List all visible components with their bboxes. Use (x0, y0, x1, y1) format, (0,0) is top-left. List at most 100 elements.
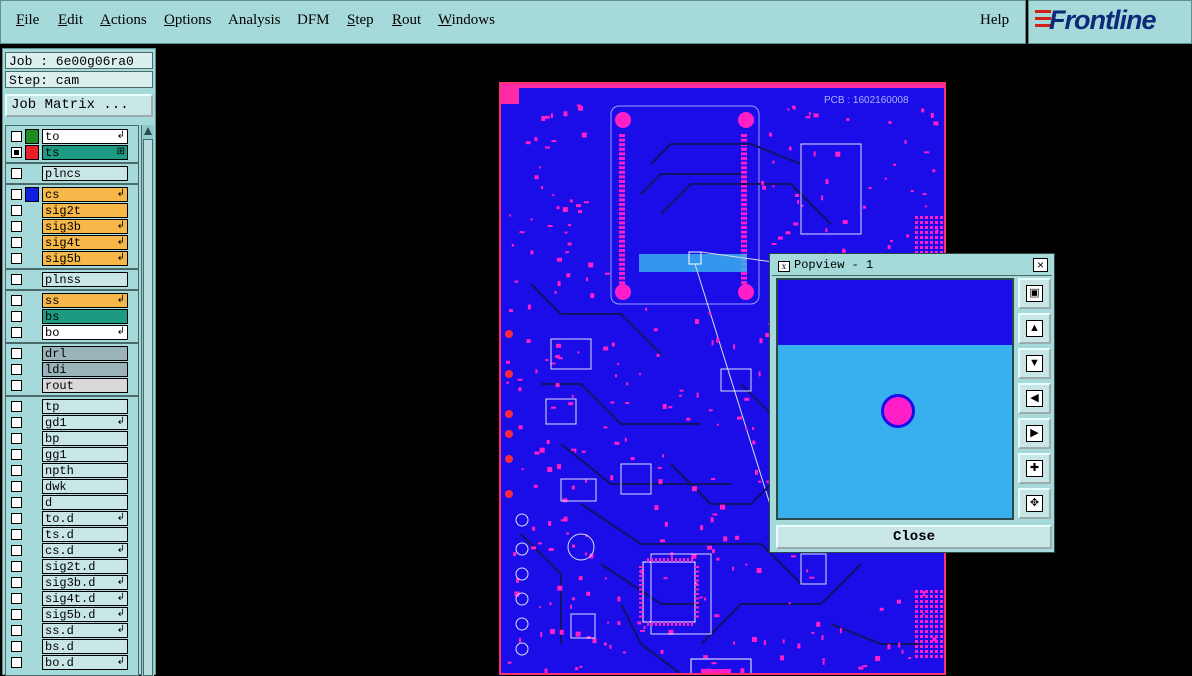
layer-checkbox[interactable] (11, 657, 22, 668)
layer-row[interactable]: gg1 (6, 447, 138, 463)
layer-name[interactable]: ts.d (42, 527, 128, 542)
layer-checkbox[interactable] (11, 168, 22, 179)
layer-checkbox[interactable] (11, 529, 22, 540)
menu-help[interactable]: Help (980, 12, 1009, 29)
layer-color-swatch[interactable] (25, 362, 39, 377)
layer-row[interactable]: to ↲ (6, 129, 138, 145)
layer-name[interactable]: ss.d ↲ (42, 623, 128, 638)
menu-windows[interactable]: Windows (438, 12, 495, 29)
layer-name[interactable]: d (42, 495, 128, 510)
layer-row[interactable]: tp (6, 399, 138, 415)
layer-color-swatch[interactable] (25, 591, 39, 606)
close-button[interactable]: Close (776, 525, 1052, 549)
menu-actions[interactable]: Actions (100, 12, 147, 29)
layer-color-swatch[interactable] (25, 251, 39, 266)
layer-checkbox[interactable] (11, 609, 22, 620)
layer-row[interactable]: sig4t.d ↲ (6, 591, 138, 607)
layer-color-swatch[interactable] (25, 145, 39, 160)
layer-row[interactable]: bs.d (6, 639, 138, 655)
layer-color-swatch[interactable] (25, 309, 39, 324)
layer-checkbox[interactable] (11, 625, 22, 636)
layer-color-swatch[interactable] (25, 575, 39, 590)
layer-name[interactable]: ts ⊞ (42, 145, 128, 160)
menu-step[interactable]: Step (347, 12, 374, 29)
layer-list-scrollbar[interactable] (141, 125, 154, 676)
zoom-in-button[interactable]: ✚ (1018, 453, 1051, 484)
layer-name[interactable]: sig5b.d ↲ (42, 607, 128, 622)
layer-checkbox[interactable] (11, 364, 22, 375)
layer-color-swatch[interactable] (25, 511, 39, 526)
layer-checkbox[interactable] (11, 295, 22, 306)
layer-checkbox[interactable] (11, 327, 22, 338)
layer-name[interactable]: sig2t.d (42, 559, 128, 574)
layer-color-swatch[interactable] (25, 431, 39, 446)
layer-color-swatch[interactable] (25, 129, 39, 144)
layer-name[interactable]: gg1 (42, 447, 128, 462)
layer-row[interactable]: sig5b.d ↲ (6, 607, 138, 623)
layer-checkbox[interactable] (11, 593, 22, 604)
layer-row[interactable]: bs (6, 309, 138, 325)
window-menu-icon[interactable]: x (778, 261, 790, 272)
pan-left-button[interactable]: ◀ (1018, 383, 1051, 414)
layer-row[interactable]: sig2t (6, 203, 138, 219)
layer-checkbox[interactable] (11, 433, 22, 444)
layer-checkbox[interactable] (11, 131, 22, 142)
layer-name[interactable]: sig5b ↲ (42, 251, 128, 266)
layer-row[interactable]: drl (6, 346, 138, 362)
layer-color-swatch[interactable] (25, 527, 39, 542)
layer-color-swatch[interactable] (25, 293, 39, 308)
layer-color-swatch[interactable] (25, 543, 39, 558)
layer-row[interactable]: sig4t ↲ (6, 235, 138, 251)
layer-name[interactable]: to ↲ (42, 129, 128, 144)
layer-row[interactable]: bo ↲ (6, 325, 138, 341)
layer-checkbox[interactable] (11, 189, 22, 200)
layer-name[interactable]: rout (42, 378, 128, 393)
menu-file[interactable]: File (16, 12, 39, 29)
layer-color-swatch[interactable] (25, 495, 39, 510)
layer-checkbox[interactable] (11, 545, 22, 556)
menu-edit[interactable]: Edit (58, 12, 83, 29)
layer-row[interactable]: bo.d ↲ (6, 655, 138, 671)
layer-checkbox[interactable] (11, 417, 22, 428)
layer-row[interactable]: cs.d ↲ (6, 543, 138, 559)
layer-name[interactable]: ldi (42, 362, 128, 377)
layer-color-swatch[interactable] (25, 559, 39, 574)
layer-row[interactable]: npth (6, 463, 138, 479)
layer-checkbox[interactable] (11, 348, 22, 359)
layer-name[interactable]: npth (42, 463, 128, 478)
layer-color-swatch[interactable] (25, 219, 39, 234)
layer-color-swatch[interactable] (25, 655, 39, 670)
layer-color-swatch[interactable] (25, 639, 39, 654)
layer-name[interactable]: ss ↲ (42, 293, 128, 308)
popview-titlebar[interactable]: x Popview - 1 × (772, 256, 1052, 276)
layer-row[interactable]: sig2t.d (6, 559, 138, 575)
layer-name[interactable]: sig2t (42, 203, 128, 218)
layer-row[interactable]: sig5b ↲ (6, 251, 138, 267)
layer-name[interactable]: plnss (42, 272, 128, 287)
scroll-thumb[interactable] (143, 139, 153, 676)
layer-color-swatch[interactable] (25, 623, 39, 638)
layer-row[interactable]: dwk (6, 479, 138, 495)
zoom-out-button[interactable]: ✥ (1018, 488, 1051, 519)
layer-checkbox[interactable] (11, 497, 22, 508)
layer-row[interactable]: plnss (6, 272, 138, 288)
layer-name[interactable]: dwk (42, 479, 128, 494)
pan-up-button[interactable]: ▲ (1018, 313, 1051, 344)
layer-name[interactable]: plncs (42, 166, 128, 181)
layer-checkbox[interactable] (11, 465, 22, 476)
layer-color-swatch[interactable] (25, 203, 39, 218)
layer-color-swatch[interactable] (25, 399, 39, 414)
layer-row[interactable]: to.d ↲ (6, 511, 138, 527)
layer-name[interactable]: tp (42, 399, 128, 414)
popview-canvas[interactable] (776, 278, 1014, 520)
layer-row[interactable]: ts ⊞ (6, 145, 138, 161)
layer-name[interactable]: cs ↲ (42, 187, 128, 202)
menu-analysis[interactable]: Analysis (228, 12, 281, 29)
layer-row[interactable]: sig3b ↲ (6, 219, 138, 235)
layer-name[interactable]: bs.d (42, 639, 128, 654)
layer-checkbox[interactable] (11, 253, 22, 264)
layer-name[interactable]: bo.d ↲ (42, 655, 128, 670)
layer-name[interactable]: bp (42, 431, 128, 446)
layer-checkbox[interactable] (11, 401, 22, 412)
layer-color-swatch[interactable] (25, 166, 39, 181)
